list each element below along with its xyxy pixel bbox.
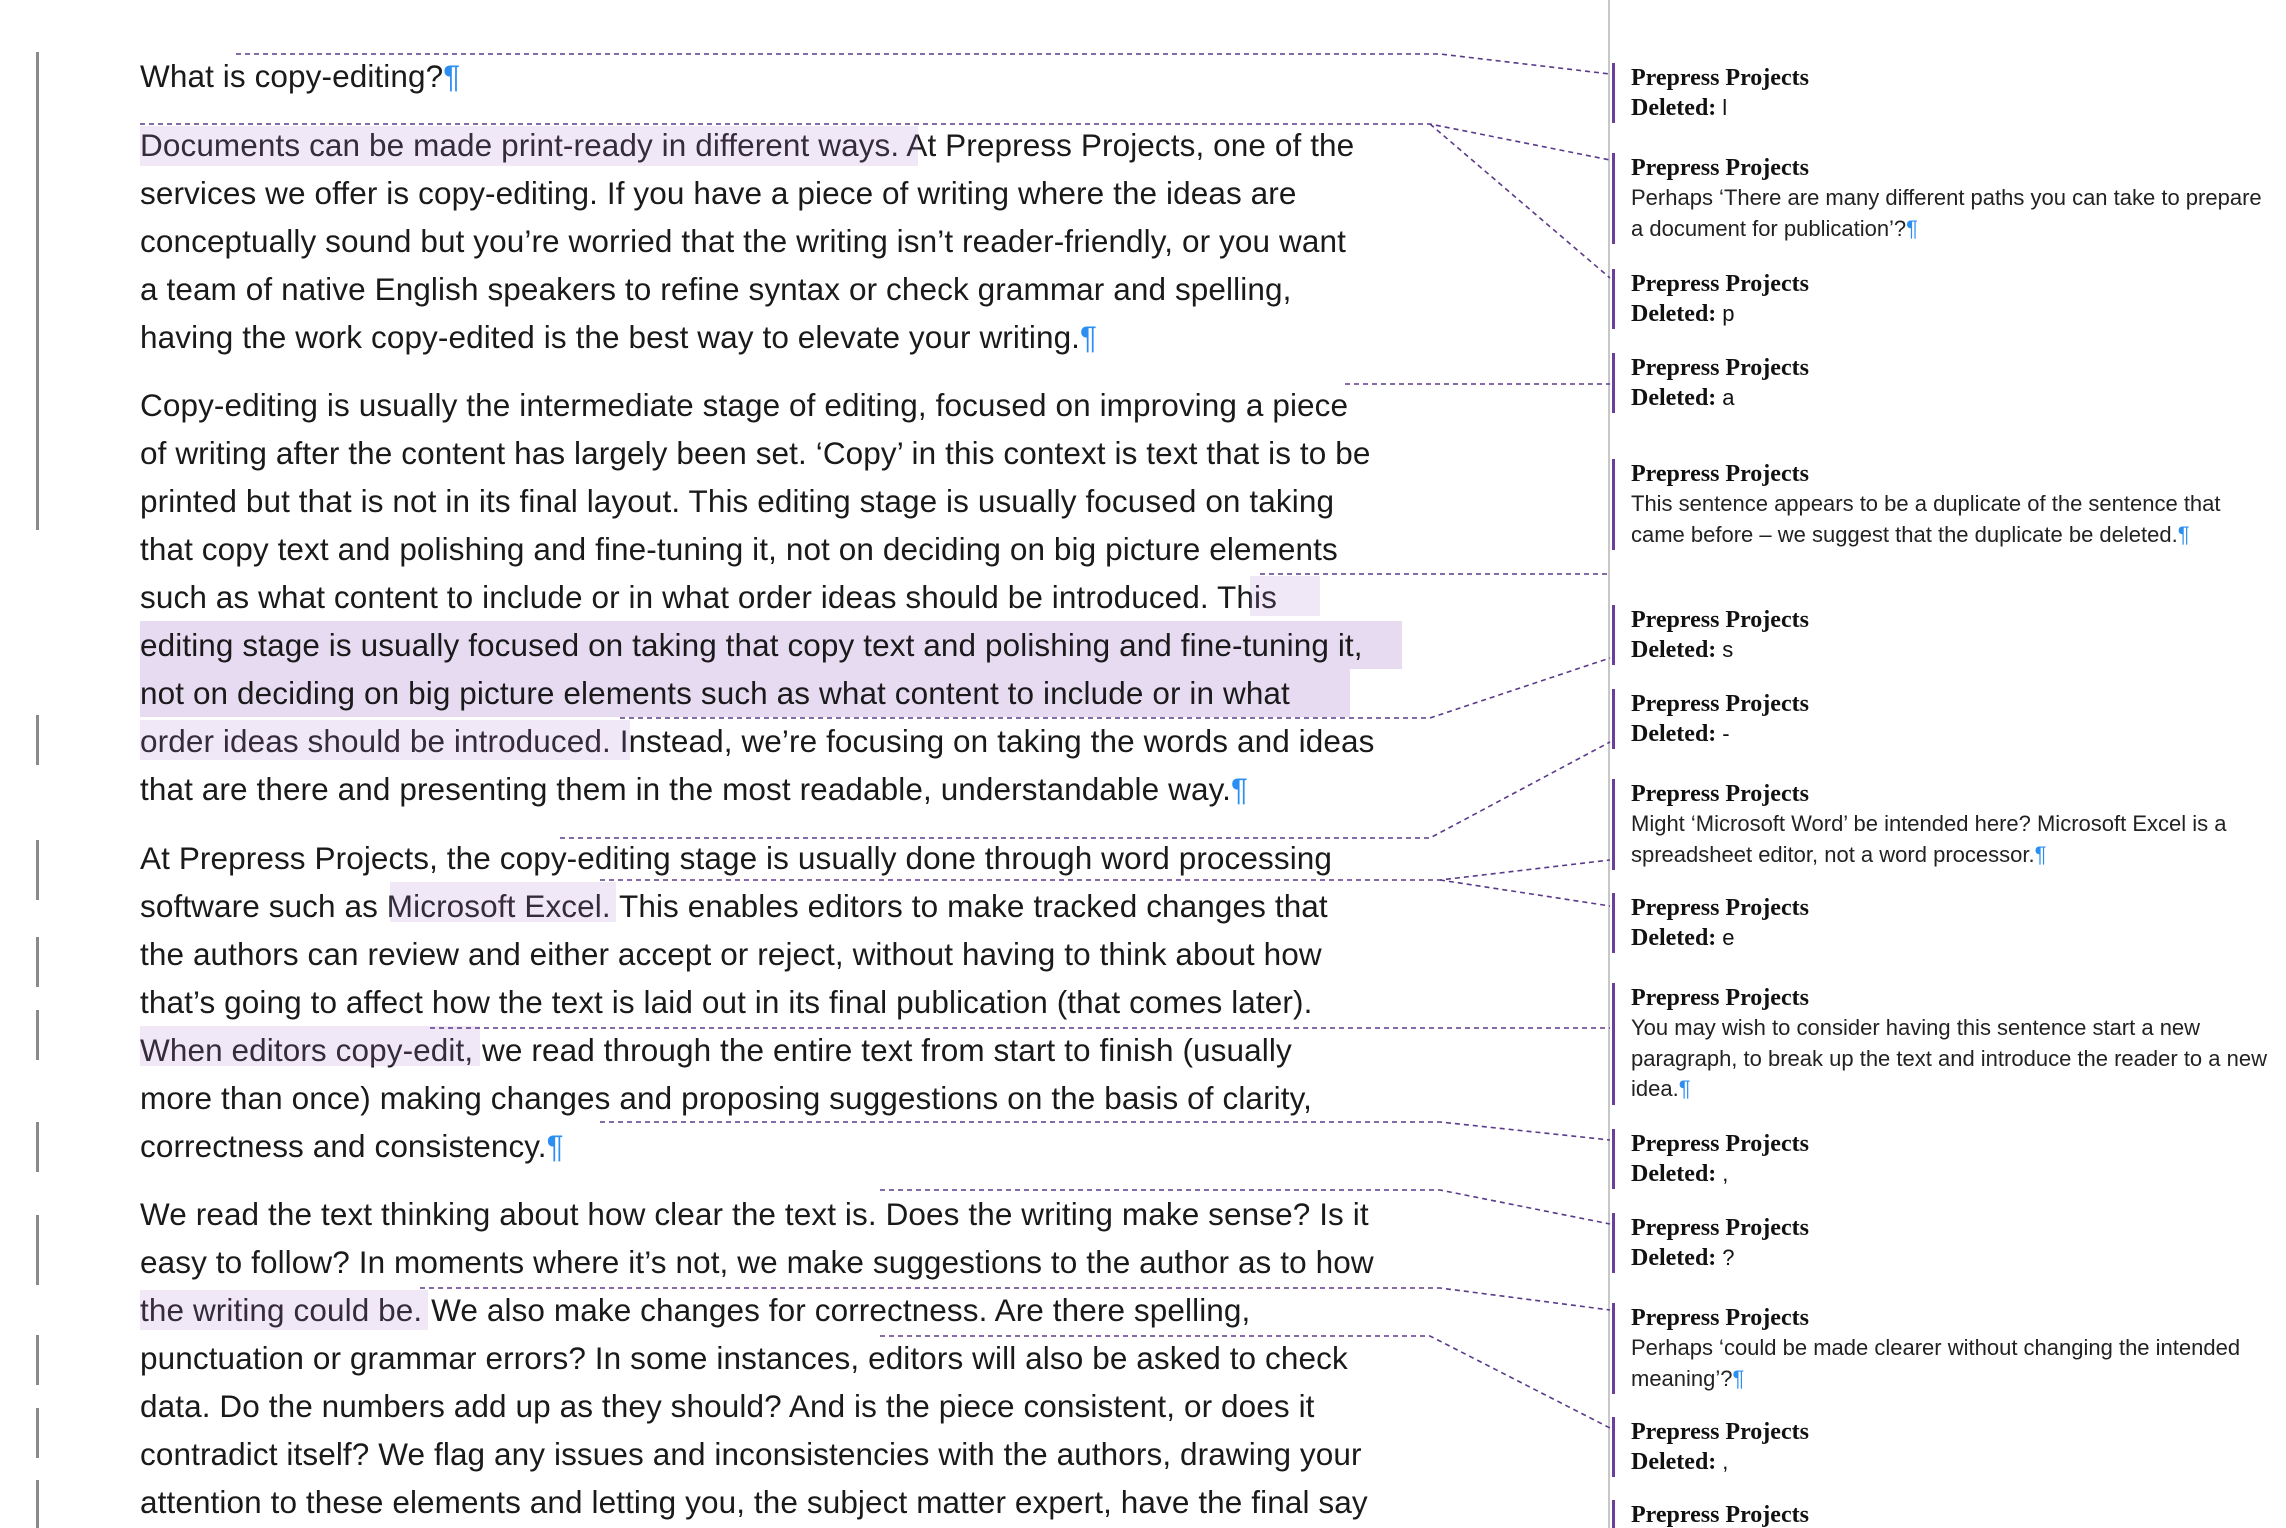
balloon-author: Prepress Projects: [1631, 985, 1809, 1011]
balloon-author: Prepress Projects: [1631, 781, 1809, 807]
text-line[interactable]: What is copy-editing?¶: [140, 52, 1430, 100]
balloon-deleted: Deleted: ?: [1631, 1245, 1735, 1271]
balloon-comment[interactable]: You may wish to consider having this sen…: [1631, 1013, 2271, 1105]
balloon-author: Prepress Projects: [1631, 607, 1809, 633]
balloon-author: Prepress Projects: [1631, 1502, 1809, 1528]
paragraph-3[interactable]: At Prepress Projects, the copy-editing s…: [140, 834, 1430, 1170]
balloon-author: Prepress Projects: [1631, 1131, 1809, 1157]
text-line[interactable]: that are there and presenting them in th…: [140, 765, 1430, 813]
text-line[interactable]: software such as Microsoft Excel. This e…: [140, 882, 1430, 930]
comment-highlight: [390, 882, 616, 922]
balloon-deleted: Deleted: a: [1631, 385, 1735, 411]
comment-balloon[interactable]: Prepress Projects Might ‘Microsoft Word’…: [1612, 779, 2271, 870]
text-line[interactable]: that copy text and polishing and fine-tu…: [140, 525, 1430, 573]
paragraph-4[interactable]: We read the text thinking about how clea…: [140, 1190, 1430, 1526]
comment-balloon[interactable]: Prepress Projects You may wish to consid…: [1612, 983, 2271, 1105]
text-line[interactable]: that’s going to affect how the text is l…: [140, 978, 1430, 1026]
balloon-deleted: Deleted: ,: [1631, 1161, 1729, 1187]
pilcrow-mark: ¶: [443, 58, 461, 94]
text-line[interactable]: of writing after the content has largely…: [140, 429, 1430, 477]
text-line[interactable]: At Prepress Projects, the copy-editing s…: [140, 834, 1430, 882]
comment-balloon[interactable]: Prepress Projects Perhaps ‘could be made…: [1612, 1303, 2271, 1394]
balloon-author: Prepress Projects: [1631, 65, 1809, 91]
change-bar: [36, 937, 39, 987]
pilcrow-mark: ¶: [2034, 841, 2047, 867]
balloon-deleted: Deleted: l: [1631, 95, 1728, 121]
balloon-comment[interactable]: Perhaps ‘could be made clearer without c…: [1631, 1333, 2271, 1394]
text-line[interactable]: attention to these elements and letting …: [140, 1478, 1430, 1526]
comment-highlight: [140, 1290, 428, 1330]
markup-pane[interactable]: Prepress Projects Deleted: l Prepress Pr…: [1610, 0, 2286, 1528]
pilcrow-mark: ¶: [2177, 521, 2190, 547]
balloon-comment[interactable]: This sentence appears to be a duplicate …: [1631, 489, 2271, 550]
balloon-author: Prepress Projects: [1631, 1305, 1809, 1331]
text-line[interactable]: conceptually sound but you’re worried th…: [140, 217, 1430, 265]
text-line[interactable]: data. Do the numbers add up as they shou…: [140, 1382, 1430, 1430]
balloon-deleted: Deleted: s: [1631, 637, 1734, 663]
change-bar: [36, 1335, 39, 1385]
deletion-balloon[interactable]: Prepress Projects Deleted: e: [1612, 893, 2271, 953]
balloon-deleted: Deleted: ,: [1631, 1449, 1729, 1475]
comment-balloon[interactable]: Prepress Projects: [1612, 1500, 2271, 1528]
text-line[interactable]: correctness and consistency.¶: [140, 1122, 1430, 1170]
balloon-author: Prepress Projects: [1631, 691, 1809, 717]
pilcrow-mark: ¶: [1080, 319, 1098, 355]
comment-highlight: [140, 1026, 480, 1066]
balloon-author: Prepress Projects: [1631, 155, 1809, 181]
comment-highlight: [140, 126, 918, 166]
balloon-deleted: Deleted: -: [1631, 721, 1730, 747]
pilcrow-mark: ¶: [1732, 1365, 1745, 1391]
pilcrow-mark: ¶: [1906, 215, 1918, 241]
text-line[interactable]: easy to follow? In moments where it’s no…: [140, 1238, 1430, 1286]
change-bar: [36, 1215, 39, 1285]
text-line[interactable]: Copy-editing is usually the intermediate…: [140, 381, 1430, 429]
change-bar: [36, 52, 39, 530]
text-line[interactable]: We read the text thinking about how clea…: [140, 1190, 1430, 1238]
deletion-balloon[interactable]: Prepress Projects Deleted: s: [1612, 605, 2271, 665]
text-line-commented[interactable]: not on deciding on big picture elements …: [140, 669, 1350, 717]
change-bar: [36, 1010, 39, 1060]
comment-highlight: [1250, 576, 1320, 616]
deletion-balloon[interactable]: Prepress Projects Deleted: ,: [1612, 1129, 2271, 1189]
balloon-author: Prepress Projects: [1631, 1419, 1809, 1445]
deletion-balloon[interactable]: Prepress Projects Deleted: ?: [1612, 1213, 2271, 1273]
text-line[interactable]: having the work copy-edited is the best …: [140, 313, 1430, 361]
balloon-author: Prepress Projects: [1631, 355, 1809, 381]
text-line[interactable]: contradict itself? We flag any issues an…: [140, 1430, 1430, 1478]
comment-balloon[interactable]: Prepress Projects This sentence appears …: [1612, 459, 2271, 550]
change-bar: [36, 1480, 39, 1528]
pilcrow-mark: ¶: [1678, 1076, 1691, 1101]
balloon-comment[interactable]: Perhaps ‘There are many different paths …: [1631, 183, 2271, 244]
text-line[interactable]: the authors can review and either accept…: [140, 930, 1430, 978]
pilcrow-mark: ¶: [546, 1128, 564, 1164]
deletion-balloon[interactable]: Prepress Projects Deleted: l: [1612, 63, 2271, 123]
balloon-deleted: Deleted: e: [1631, 925, 1735, 951]
deletion-balloon[interactable]: Prepress Projects Deleted: -: [1612, 689, 2271, 749]
text-line[interactable]: services we offer is copy-editing. If yo…: [140, 169, 1430, 217]
comment-balloon[interactable]: Prepress Projects Perhaps ‘There are man…: [1612, 153, 2271, 244]
deletion-balloon[interactable]: Prepress Projects Deleted: ,: [1612, 1417, 2271, 1477]
balloon-author: Prepress Projects: [1631, 895, 1809, 921]
change-bar: [36, 840, 39, 900]
pilcrow-mark: ¶: [1230, 771, 1248, 807]
balloon-author: Prepress Projects: [1631, 271, 1809, 297]
deletion-balloon[interactable]: Prepress Projects Deleted: p: [1612, 269, 2271, 329]
deletion-balloon[interactable]: Prepress Projects Deleted: a: [1612, 353, 2271, 413]
change-bar: [36, 1408, 39, 1458]
balloon-deleted: Deleted: p: [1631, 301, 1735, 327]
comment-highlight: [140, 720, 630, 760]
text-line[interactable]: such as what content to include or in wh…: [140, 573, 1430, 621]
text-line-commented[interactable]: editing stage is usually focused on taki…: [140, 621, 1402, 669]
change-bar: [36, 715, 39, 765]
balloon-comment[interactable]: Might ‘Microsoft Word’ be intended here?…: [1631, 809, 2271, 870]
balloon-author: Prepress Projects: [1631, 1215, 1809, 1241]
text-line[interactable]: punctuation or grammar errors? In some i…: [140, 1334, 1430, 1382]
paragraph-heading[interactable]: What is copy-editing?¶: [140, 52, 1430, 100]
balloon-author: Prepress Projects: [1631, 461, 1809, 487]
text-line[interactable]: a team of native English speakers to ref…: [140, 265, 1430, 313]
change-bar: [36, 1122, 39, 1172]
document-page[interactable]: What is copy-editing?¶ Documents can be …: [0, 0, 1608, 1528]
text-line[interactable]: printed but that is not in its final lay…: [140, 477, 1430, 525]
text-line[interactable]: more than once) making changes and propo…: [140, 1074, 1430, 1122]
